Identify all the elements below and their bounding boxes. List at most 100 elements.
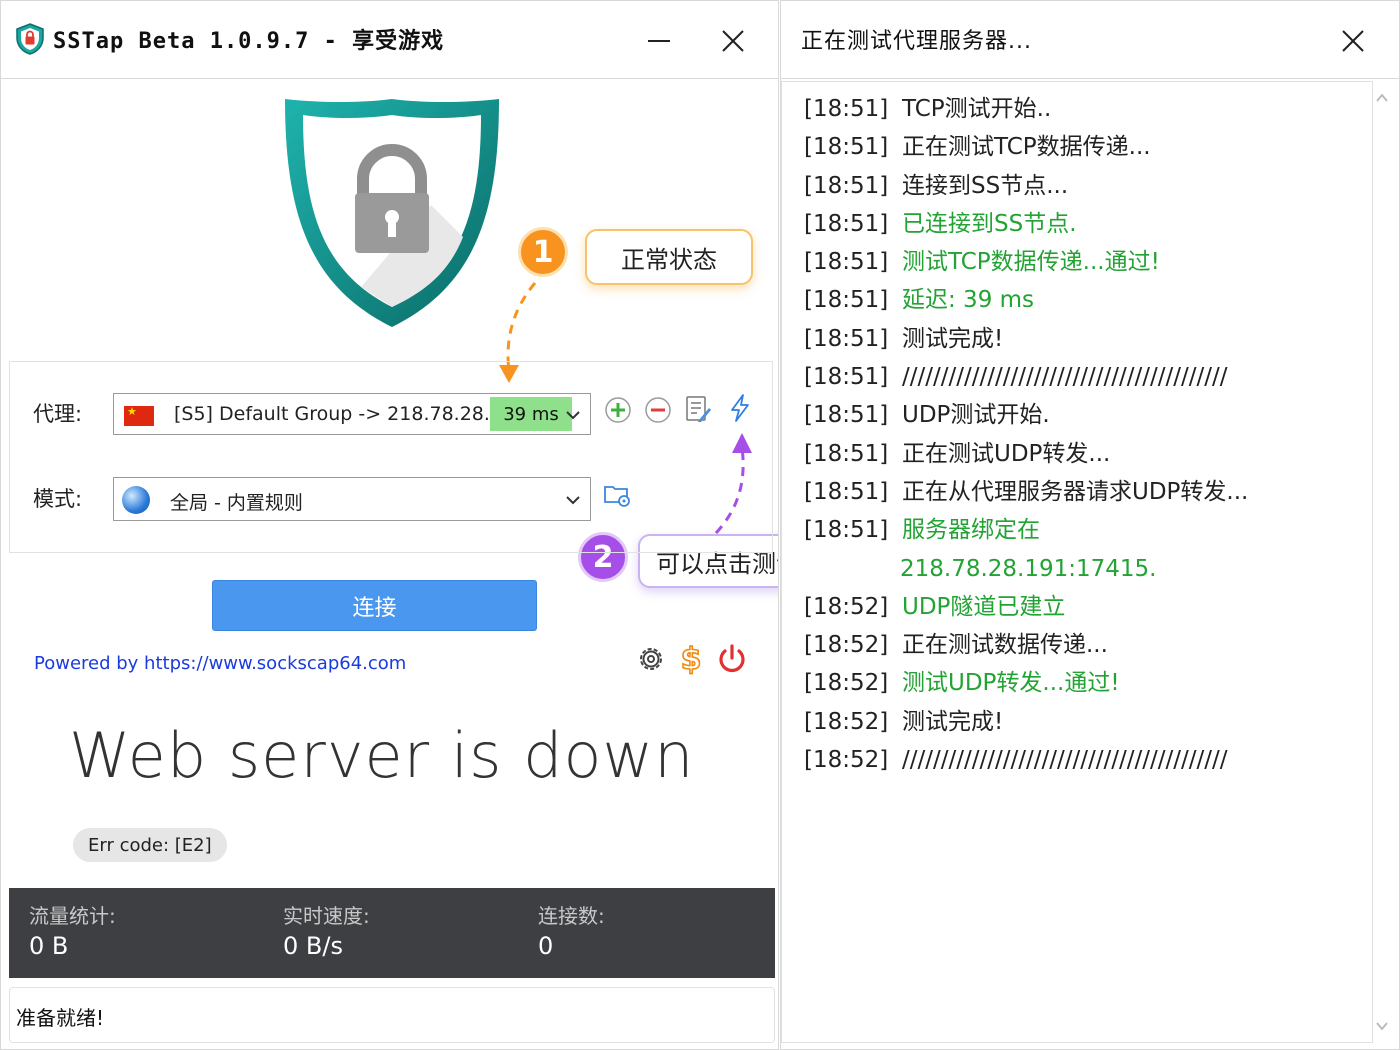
mode-select-value: 全局 - 内置规则 [170, 492, 303, 514]
dollar-icon[interactable]: $ [675, 641, 707, 675]
log-timestamp: [18:51] [804, 440, 889, 467]
log-row: [18:51] 正在从代理服务器请求UDP转发... [804, 473, 1248, 511]
log-message: TCP测试开始.. [902, 96, 1052, 122]
gear-icon[interactable] [635, 643, 667, 675]
server-status-message: Web server is down [69, 719, 695, 792]
log-message: 测试完成! [902, 708, 1004, 735]
log-timestamp: [18:52] [804, 632, 889, 659]
log-message: 正在测试数据传递... [902, 632, 1108, 659]
log-timestamp: [18:51] [804, 249, 889, 276]
shield-lock-icon [285, 99, 499, 327]
mode-select[interactable]: 全局 - 内置规则 [113, 477, 591, 521]
mode-label: 模式: [33, 487, 83, 511]
log-message: 测试UDP转发...通过! [902, 670, 1120, 697]
log-message: 延迟: 39 ms [902, 287, 1035, 314]
connections-stat-value: 0 [538, 932, 554, 960]
proxy-test-window: 正在测试代理服务器... [18:51] TCP测试开始.. [18:51] 正在测试… [780, 0, 1400, 1050]
stats-bar: 流量统计: 0 B 实时速度: 0 B/s 连接数: 0 [9, 888, 775, 978]
proxy-latency-badge: 39 ms [490, 397, 572, 431]
log-row: [18:51] 测试TCP数据传递...通过! [804, 243, 1248, 281]
log-message: 已连接到SS节点. [902, 210, 1077, 237]
error-code-badge: Err code: [E2] [73, 828, 227, 862]
speed-stat-value: 0 B/s [283, 932, 343, 960]
log-timestamp: [18:51] [804, 402, 889, 429]
log-row: [18:51] 已连接到SS节点. [804, 205, 1248, 243]
log-row: [18:52] /////////////////////////////////… [804, 741, 1248, 779]
add-proxy-icon[interactable] [603, 395, 633, 425]
log-timestamp: [18:51] [804, 478, 889, 505]
edit-proxy-icon[interactable] [683, 394, 713, 424]
test-proxy-lightning-icon[interactable] [725, 393, 755, 423]
scroll-down-icon [1376, 1022, 1388, 1031]
log-row: [18:51] 服务器绑定在 [804, 511, 1248, 549]
close-icon [722, 30, 744, 52]
log-row: [18:51] TCP测试开始.. [804, 90, 1248, 128]
test-log-list: [18:51] TCP测试开始.. [18:51] 正在测试TCP数据传递... [18… [804, 90, 1248, 779]
log-message: 服务器绑定在 [902, 517, 1040, 544]
log-timestamp: [18:51] [804, 325, 889, 352]
log-timestamp: [18:52] [804, 593, 889, 620]
proxy-label: 代理: [33, 402, 83, 426]
log-message: UDP测试开始. [902, 402, 1050, 429]
log-message: 正在测试TCP数据传递... [902, 134, 1151, 161]
log-timestamp: [18:51] [804, 210, 889, 237]
proxy-select[interactable]: ★ [S5] Default Group -> 218.78.28.... 39… [113, 393, 591, 435]
settings-panel [9, 361, 773, 553]
log-row: 218.78.28.191:17415. [804, 550, 1248, 588]
traffic-stat-value: 0 B [29, 932, 69, 960]
log-message: ////////////////////////////////////////… [902, 747, 1228, 774]
log-message: 正在从代理服务器请求UDP转发... [902, 478, 1249, 505]
log-row: [18:51] 测试完成! [804, 320, 1248, 358]
log-message: 连接到SS节点... [902, 172, 1069, 199]
window-title: SSTap Beta 1.0.9.7 - 享受游戏 [53, 29, 445, 54]
log-timestamp: [18:51] [804, 96, 889, 122]
log-timestamp: [18:52] [804, 670, 889, 697]
log-row: [18:51] UDP测试开始. [804, 396, 1248, 434]
test-window-close-button[interactable] [1333, 21, 1373, 61]
log-timestamp: [18:51] [804, 517, 889, 544]
annotation-callout-normal-state: 正常状态 [585, 229, 753, 285]
svg-text:$: $ [681, 642, 702, 675]
sstap-main-window: SSTap Beta 1.0.9.7 - 享受游戏 1 正常状态 2 可以点击测… [0, 0, 779, 1050]
scroll-up-icon [1376, 93, 1388, 102]
chevron-down-icon [566, 496, 580, 505]
globe-icon [122, 486, 150, 514]
log-row: [18:52] UDP隧道已建立 [804, 588, 1248, 626]
folder-settings-icon[interactable] [602, 479, 632, 509]
log-row: [18:51] /////////////////////////////////… [804, 358, 1248, 396]
powered-by-link[interactable]: Powered by https://www.sockscap64.com [34, 653, 406, 674]
china-flag-icon: ★ [124, 405, 154, 426]
chevron-down-icon [566, 411, 580, 420]
connections-stat-label: 连接数: [538, 904, 605, 928]
remove-proxy-icon[interactable] [643, 395, 673, 425]
log-timestamp: [18:51] [804, 172, 889, 199]
log-message: 218.78.28.191:17415. [900, 555, 1157, 582]
log-row: [18:52] 正在测试数据传递... [804, 626, 1248, 664]
minimize-button[interactable] [639, 21, 679, 61]
log-row: [18:51] 延迟: 39 ms [804, 281, 1248, 319]
power-icon[interactable] [715, 642, 749, 676]
log-row: [18:51] 连接到SS节点... [804, 167, 1248, 205]
test-log-area: [18:51] TCP测试开始.. [18:51] 正在测试TCP数据传递... [18… [781, 81, 1373, 1043]
log-timestamp: [18:52] [804, 708, 889, 735]
minimize-icon [648, 40, 670, 42]
log-row: [18:51] 正在测试TCP数据传递... [804, 128, 1248, 166]
close-icon [1342, 30, 1364, 52]
close-button[interactable] [713, 21, 753, 61]
log-row: [18:52] 测试完成! [804, 703, 1248, 741]
main-titlebar: SSTap Beta 1.0.9.7 - 享受游戏 [1, 1, 778, 79]
connect-button[interactable]: 连接 [212, 580, 537, 631]
test-window-titlebar: 正在测试代理服务器... [781, 1, 1399, 79]
annotation-badge-1: 1 [518, 227, 568, 277]
status-text: 准备就绪! [16, 1006, 105, 1030]
log-scrollbar[interactable] [1373, 83, 1391, 1041]
app-shield-icon [16, 23, 44, 55]
log-timestamp: [18:51] [804, 287, 889, 314]
status-bar: 准备就绪! [9, 987, 775, 1043]
log-message: 测试TCP数据传递...通过! [902, 249, 1160, 276]
traffic-stat-label: 流量统计: [29, 904, 116, 928]
proxy-select-value: [S5] Default Group -> 218.78.28.... [174, 403, 509, 425]
test-window-title: 正在测试代理服务器... [801, 29, 1032, 54]
log-row: [18:52] 测试UDP转发...通过! [804, 664, 1248, 702]
log-row: [18:51] 正在测试UDP转发... [804, 435, 1248, 473]
